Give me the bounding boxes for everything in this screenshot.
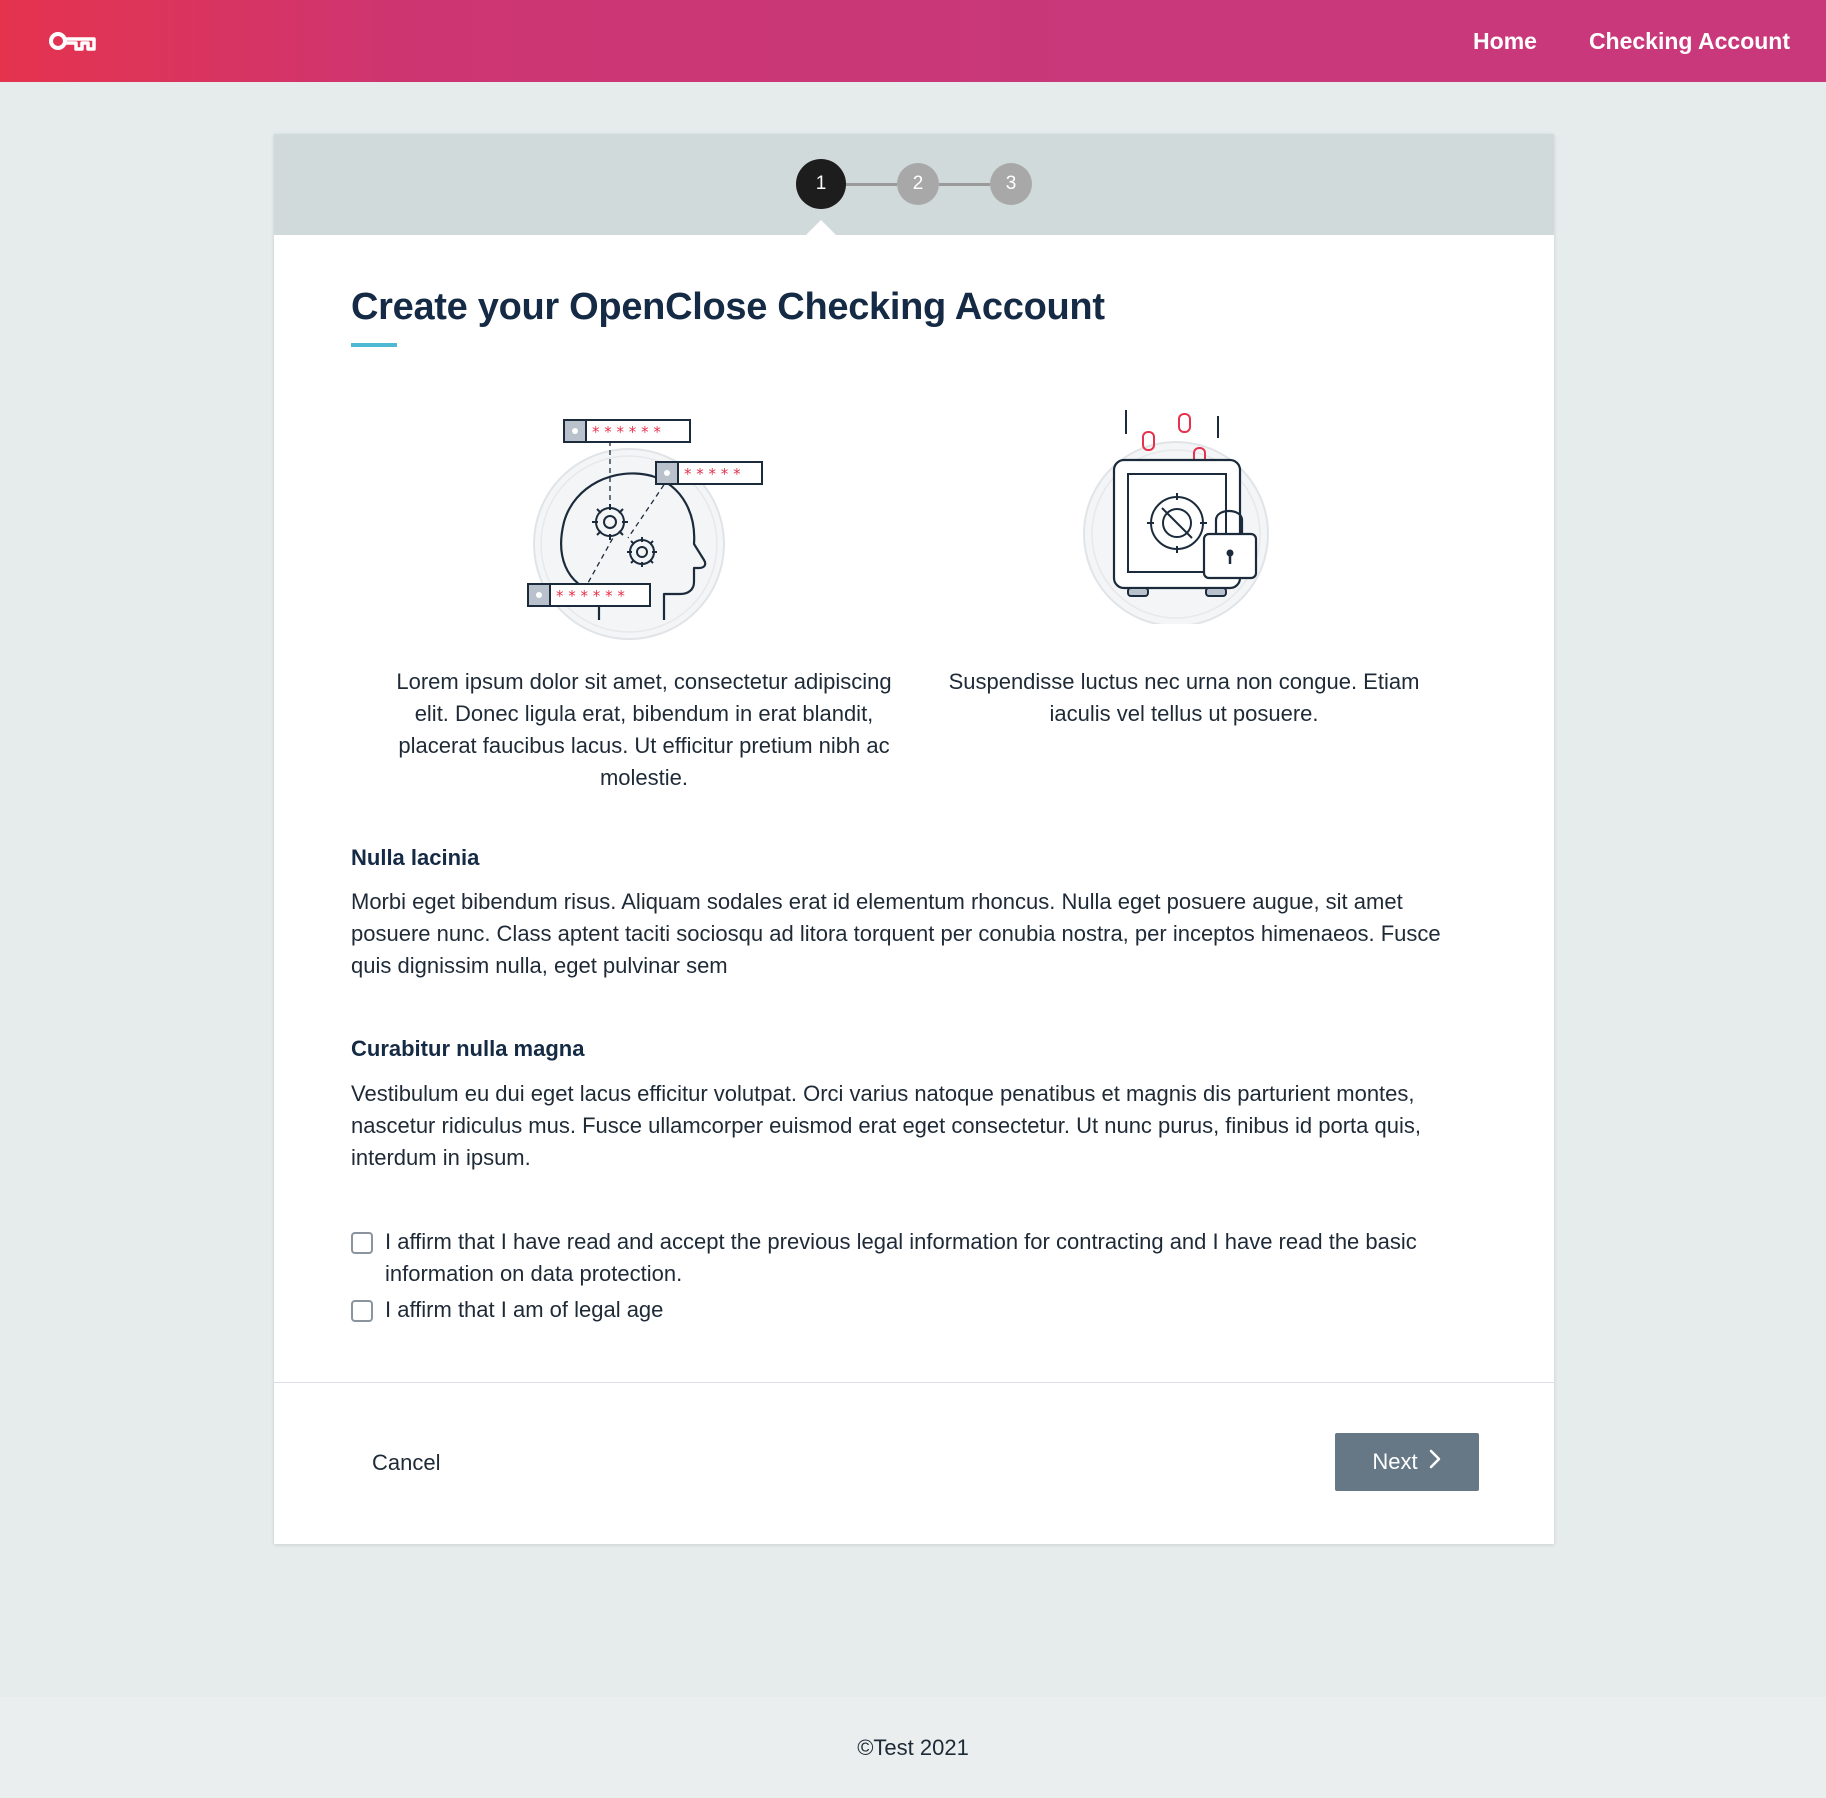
cancel-button[interactable]: Cancel — [372, 1450, 440, 1476]
chevron-right-icon — [1428, 1448, 1442, 1476]
step-connector — [846, 183, 897, 186]
stepper-band: 1 2 3 — [274, 134, 1554, 235]
svg-text:* * * * * *: * * * * * * — [556, 587, 625, 605]
main-nav: Home Checking Account — [1473, 28, 1790, 55]
key-logo-icon[interactable] — [48, 27, 100, 55]
consent-legal-info[interactable]: I affirm that I have read and accept the… — [351, 1226, 1471, 1290]
nav-checking-account-link[interactable]: Checking Account — [1589, 28, 1790, 55]
title-accent-bar — [351, 343, 397, 347]
section-body-1: Morbi eget bibendum risus. Aliquam sodal… — [351, 889, 1441, 978]
svg-text:* * * * * *: * * * * * * — [592, 423, 661, 441]
step-3: 3 — [990, 163, 1032, 205]
onboarding-card: 1 2 3 Create your OpenClose Checking Acc… — [274, 134, 1554, 1544]
consent-legal-age-checkbox[interactable] — [351, 1300, 373, 1322]
actions-divider — [274, 1382, 1554, 1383]
next-button-label: Next — [1372, 1449, 1418, 1474]
consent-legal-age[interactable]: I affirm that I am of legal age — [351, 1294, 1471, 1326]
stepper: 1 2 3 — [274, 134, 1554, 235]
section-heading-2: Curabitur nulla magna — [351, 1036, 585, 1061]
step-2: 2 — [897, 163, 939, 205]
safe-lock-illustration-icon — [1074, 404, 1274, 627]
step-1: 1 — [796, 159, 846, 209]
feature-text-2: Suspendisse luctus nec urna non congue. … — [948, 669, 1420, 726]
consent-legal-age-label: I affirm that I am of legal age — [385, 1297, 664, 1322]
consent-legal-info-label: I affirm that I have read and accept the… — [385, 1229, 1417, 1286]
top-navbar: Home Checking Account — [0, 0, 1826, 82]
footer-copyright: ©Test 2021 — [857, 1734, 969, 1760]
consent-legal-info-checkbox[interactable] — [351, 1232, 373, 1254]
head-gears-password-illustration-icon: * * * * * * * * * * * * * * * * * — [524, 404, 784, 644]
nav-home-link[interactable]: Home — [1473, 28, 1537, 55]
feature-text-1: Lorem ipsum dolor sit amet, consectetur … — [396, 669, 892, 790]
section-heading-1: Nulla lacinia — [351, 845, 480, 870]
page-footer: ©Test 2021 — [0, 1697, 1826, 1798]
svg-text:* * * * *: * * * * * — [684, 465, 741, 483]
step-connector — [939, 183, 990, 186]
next-button[interactable]: Next — [1335, 1433, 1479, 1491]
page-title: Create your OpenClose Checking Account — [351, 286, 1105, 328]
step-pointer — [805, 220, 837, 236]
section-body-2: Vestibulum eu dui eget lacus efficitur v… — [351, 1081, 1421, 1170]
